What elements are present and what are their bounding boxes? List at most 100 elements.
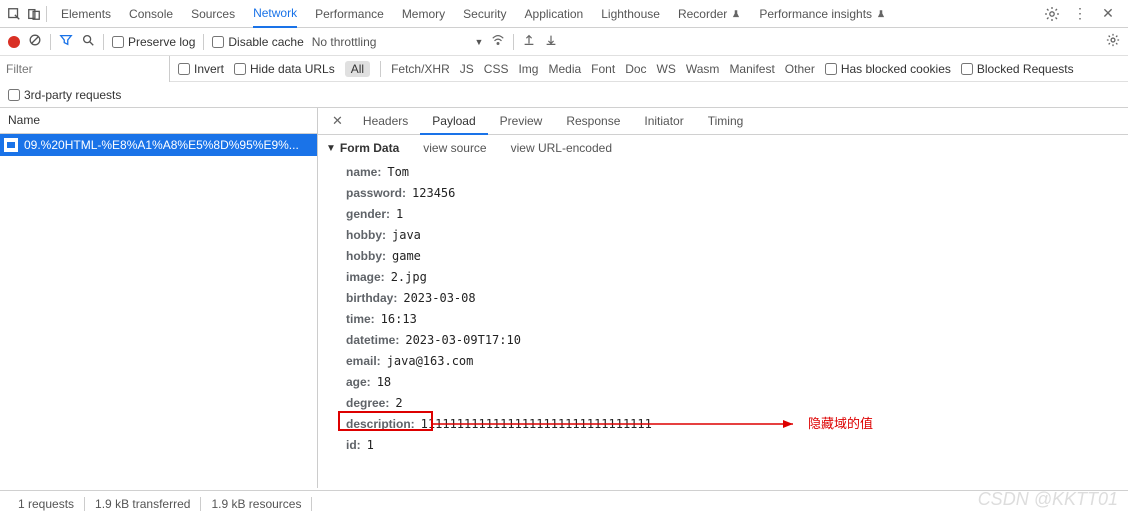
- third-party-row: 3rd-party requests: [0, 82, 1128, 108]
- record-icon[interactable]: [8, 36, 20, 48]
- tab-lighthouse[interactable]: Lighthouse: [601, 1, 660, 27]
- download-icon[interactable]: [544, 33, 558, 50]
- tab-console[interactable]: Console: [129, 1, 173, 27]
- tab-recorder-label: Recorder: [678, 7, 727, 21]
- third-party-checkbox[interactable]: 3rd-party requests: [8, 88, 121, 102]
- type-img[interactable]: Img: [518, 62, 538, 76]
- gear-icon[interactable]: [1044, 6, 1060, 22]
- type-manifest[interactable]: Manifest: [729, 62, 774, 76]
- tab-memory[interactable]: Memory: [402, 1, 445, 27]
- chevron-down-icon[interactable]: ▼: [474, 37, 483, 47]
- type-css[interactable]: CSS: [484, 62, 509, 76]
- blocked-requests-input[interactable]: [961, 63, 973, 75]
- has-blocked-input[interactable]: [825, 63, 837, 75]
- formdata-title: Form Data: [340, 141, 399, 155]
- watermark: CSDN @KKTT01: [978, 489, 1118, 510]
- divider: [203, 34, 204, 50]
- detail-tab-headers[interactable]: Headers: [351, 109, 420, 133]
- view-source-link[interactable]: view source: [423, 141, 486, 155]
- blocked-requests-label: Blocked Requests: [977, 62, 1074, 76]
- has-blocked-checkbox[interactable]: Has blocked cookies: [825, 62, 951, 76]
- inspect-icon[interactable]: [6, 6, 22, 22]
- close-icon[interactable]: ✕: [1100, 6, 1116, 22]
- main-tabs: Elements Console Sources Network Perform…: [61, 0, 1040, 27]
- formdata-header: ▼ Form Data view source view URL-encoded: [318, 135, 1128, 161]
- throttling-select[interactable]: No throttling: [312, 35, 377, 49]
- triangle-down-icon: ▼: [326, 143, 336, 154]
- blocked-requests-checkbox[interactable]: Blocked Requests: [961, 62, 1074, 76]
- filter-icon[interactable]: [59, 33, 73, 50]
- disable-cache-checkbox[interactable]: Disable cache: [212, 35, 303, 49]
- annotation-box: [338, 411, 433, 431]
- form-row: time: 16:13: [346, 312, 1128, 326]
- tab-sources[interactable]: Sources: [191, 1, 235, 27]
- search-icon[interactable]: [81, 33, 95, 50]
- tab-performance[interactable]: Performance: [315, 1, 384, 27]
- device-icon[interactable]: [26, 6, 42, 22]
- form-key: hobby:: [346, 249, 386, 263]
- name-column-header[interactable]: Name: [0, 108, 317, 134]
- hide-data-urls-input[interactable]: [234, 63, 246, 75]
- invert-input[interactable]: [178, 63, 190, 75]
- type-js[interactable]: JS: [460, 62, 474, 76]
- tab-perf-insights[interactable]: Performance insights: [759, 1, 886, 27]
- view-url-encoded-link[interactable]: view URL-encoded: [511, 141, 612, 155]
- detail-tab-payload[interactable]: Payload: [420, 109, 487, 135]
- form-key: time:: [346, 312, 375, 326]
- formdata-toggle[interactable]: ▼ Form Data: [326, 141, 399, 155]
- wifi-icon[interactable]: [491, 33, 505, 50]
- third-party-input[interactable]: [8, 89, 20, 101]
- detail-tab-response[interactable]: Response: [554, 109, 632, 133]
- type-media[interactable]: Media: [548, 62, 581, 76]
- upload-icon[interactable]: [522, 33, 536, 50]
- invert-checkbox[interactable]: Invert: [178, 62, 224, 76]
- type-font[interactable]: Font: [591, 62, 615, 76]
- type-fetchxhr[interactable]: Fetch/XHR: [391, 62, 450, 76]
- preserve-log-checkbox[interactable]: Preserve log: [112, 35, 195, 49]
- kebab-icon[interactable]: ⋮: [1072, 6, 1088, 22]
- detail-panel: ✕ Headers Payload Preview Response Initi…: [318, 108, 1128, 488]
- divider: [46, 6, 47, 22]
- filter-options: Invert Hide data URLs All Fetch/XHR JS C…: [170, 61, 1082, 77]
- status-resources: 1.9 kB resources: [201, 497, 312, 511]
- detail-tabs: ✕ Headers Payload Preview Response Initi…: [318, 108, 1128, 135]
- form-row: birthday:2023-03-08: [346, 291, 1128, 305]
- annotation-text: 隐藏域的值: [808, 413, 873, 432]
- type-wasm[interactable]: Wasm: [686, 62, 720, 76]
- form-value: java@163.com: [387, 354, 474, 368]
- detail-tab-preview[interactable]: Preview: [488, 109, 555, 133]
- detail-tab-initiator[interactable]: Initiator: [632, 109, 695, 133]
- disable-cache-input[interactable]: [212, 36, 224, 48]
- type-doc[interactable]: Doc: [625, 62, 646, 76]
- tab-recorder[interactable]: Recorder: [678, 1, 741, 27]
- network-toolbar: Preserve log Disable cache No throttling…: [0, 28, 1128, 56]
- main-area: Name 09.%20HTML-%E8%A1%A8%E5%8D%95%E9%..…: [0, 108, 1128, 488]
- hide-data-urls-checkbox[interactable]: Hide data URLs: [234, 62, 335, 76]
- form-value: java: [392, 228, 421, 242]
- tab-elements[interactable]: Elements: [61, 1, 111, 27]
- form-row: datetime:2023-03-09T17:10: [346, 333, 1128, 347]
- detail-tab-timing[interactable]: Timing: [696, 109, 756, 133]
- type-other[interactable]: Other: [785, 62, 815, 76]
- type-ws[interactable]: WS: [657, 62, 676, 76]
- network-settings-icon[interactable]: [1106, 33, 1120, 50]
- form-value: 18: [377, 375, 391, 389]
- filter-input[interactable]: [0, 56, 170, 82]
- form-key: image:: [346, 270, 385, 284]
- preserve-log-input[interactable]: [112, 36, 124, 48]
- clear-icon[interactable]: [28, 33, 42, 50]
- tab-application[interactable]: Application: [525, 1, 584, 27]
- tab-network[interactable]: Network: [253, 0, 297, 28]
- flask-icon: [876, 9, 886, 19]
- tab-security[interactable]: Security: [463, 1, 506, 27]
- form-value: 16:13: [381, 312, 417, 326]
- annotation-arrow: [433, 418, 803, 430]
- request-row[interactable]: 09.%20HTML-%E8%A1%A8%E5%8D%95%E9%...: [0, 134, 317, 156]
- topbar-right-icons: ⋮ ✕: [1044, 6, 1122, 22]
- close-detail-icon[interactable]: ✕: [324, 113, 351, 129]
- preserve-log-label: Preserve log: [128, 35, 195, 49]
- type-all[interactable]: All: [345, 61, 370, 77]
- form-key: age:: [346, 375, 371, 389]
- divider: [380, 61, 381, 77]
- form-value: 1: [396, 207, 403, 221]
